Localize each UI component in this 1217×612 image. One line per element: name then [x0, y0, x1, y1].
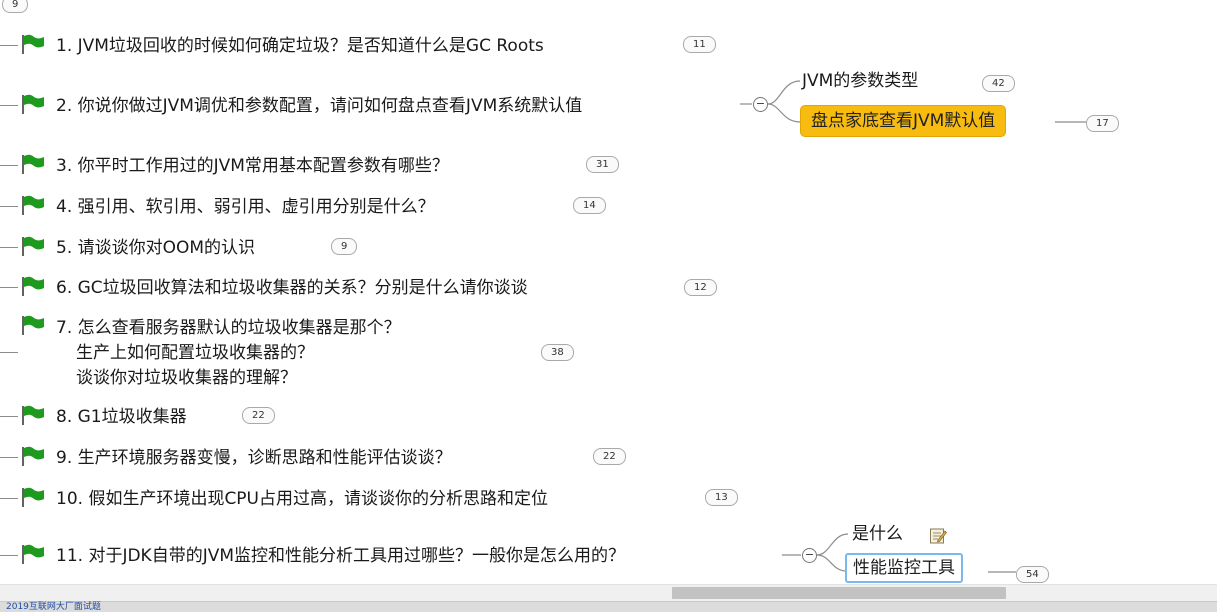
topic-7-count[interactable]: 38 [541, 344, 574, 361]
green-flag-icon [22, 195, 44, 215]
status-bar [0, 601, 1217, 612]
topic-3-text: 3. 你平时工作用过的JVM常用基本配置参数有哪些？ [56, 156, 449, 176]
connector-line [0, 416, 18, 417]
subtopic-jvm-param-types-count[interactable]: 42 [982, 75, 1015, 92]
topic-7-text: 7. 怎么查看服务器默认的垃圾收集器是那个？ 生产上如何配置垃圾收集器的？ 谈谈… [56, 318, 401, 388]
topic-2[interactable]: 2. 你说你做过JVM调优和参数配置，请问如何盘点查看JVM系统默认值 [0, 91, 760, 119]
green-flag-icon [22, 236, 44, 256]
collapse-toggle-topic-11[interactable]: − [802, 548, 817, 563]
note-icon[interactable] [929, 527, 947, 545]
topic-8-text: 8. G1垃圾收集器 [56, 407, 187, 427]
topic-9-text: 9. 生产环境服务器变慢，诊断思路和性能评估谈谈？ [56, 448, 452, 468]
topic-6[interactable]: 6. GC垃圾回收算法和垃圾收集器的关系？分别是什么请你谈谈 [0, 273, 740, 301]
connector-line [0, 206, 18, 207]
connector-line [0, 247, 18, 248]
mindmap-canvas[interactable]: 9 1. JVM垃圾回收的时候如何确定垃圾？是否知道什么是GC Roots 11… [0, 0, 1217, 611]
subtopic-jvm-param-types[interactable]: JVM的参数类型 [802, 70, 918, 92]
collapse-toggle-topic-2[interactable]: − [753, 97, 768, 112]
green-flag-icon [22, 34, 44, 54]
topic-10-text: 10. 假如生产环境出现CPU占用过高，请谈谈你的分析思路和定位 [56, 489, 549, 509]
connector-line [0, 555, 18, 556]
topic-4-count[interactable]: 14 [573, 197, 606, 214]
topic-1-text: 1. JVM垃圾回收的时候如何确定垃圾？是否知道什么是GC Roots [56, 36, 544, 56]
connector-line [0, 45, 18, 46]
topic-10-count[interactable]: 13 [705, 489, 738, 506]
topic-11-text: 11. 对于JDK自带的JVM监控和性能分析工具用过哪些？一般你是怎么用的？ [56, 546, 626, 566]
topic-8-count[interactable]: 22 [242, 407, 275, 424]
topic-6-text: 6. GC垃圾回收算法和垃圾收集器的关系？分别是什么请你谈谈 [56, 278, 528, 298]
topic-9-count[interactable]: 22 [593, 448, 626, 465]
green-flag-icon [22, 487, 44, 507]
connector-line [0, 352, 18, 353]
subtopic-check-jvm-defaults-selected[interactable]: 盘点家底查看JVM默认值 [800, 105, 1007, 137]
connector-line [0, 287, 18, 288]
green-flag-icon [22, 276, 44, 296]
subtopic-what-is[interactable]: 是什么 [852, 523, 903, 545]
topic-9[interactable]: 9. 生产环境服务器变慢，诊断思路和性能评估谈谈？ [0, 443, 680, 471]
topic-10[interactable]: 10. 假如生产环境出现CPU占用过高，请谈谈你的分析思路和定位 [0, 484, 760, 512]
connector-line [0, 457, 18, 458]
topic-6-count[interactable]: 12 [684, 279, 717, 296]
connector-line [0, 498, 18, 499]
connector-line [0, 105, 18, 106]
subtopic-perf-monitor-tools-editing[interactable]: 性能监控工具 [845, 553, 963, 583]
top-count-badge[interactable]: 9 [2, 0, 29, 13]
horizontal-scrollbar[interactable] [0, 584, 1217, 602]
topic-1-count[interactable]: 11 [683, 36, 716, 53]
topic-2-text: 2. 你说你做过JVM调优和参数配置，请问如何盘点查看JVM系统默认值 [56, 96, 583, 116]
connector-line [0, 165, 18, 166]
topic-5-text: 5. 请谈谈你对OOM的认识 [56, 238, 256, 258]
green-flag-icon [22, 446, 44, 466]
topic-5-count[interactable]: 9 [331, 238, 358, 255]
green-flag-icon [22, 315, 44, 335]
subtopic-check-jvm-defaults-count[interactable]: 17 [1086, 115, 1119, 132]
topic-1[interactable]: 1. JVM垃圾回收的时候如何确定垃圾？是否知道什么是GC Roots [0, 31, 800, 59]
green-flag-icon [22, 405, 44, 425]
topic-11[interactable]: 11. 对于JDK自带的JVM监控和性能分析工具用过哪些？一般你是怎么用的？ [0, 541, 790, 569]
subtopic-perf-monitor-tools-count[interactable]: 54 [1016, 566, 1049, 583]
green-flag-icon [22, 94, 44, 114]
topic-7[interactable]: 7. 怎么查看服务器默认的垃圾收集器是那个？ 生产上如何配置垃圾收集器的？ 谈谈… [0, 312, 600, 392]
topic-4-text: 4. 强引用、软引用、弱引用、虚引用分别是什么？ [56, 197, 435, 217]
scrollbar-thumb[interactable] [672, 587, 1006, 599]
topic-3-count[interactable]: 31 [586, 156, 619, 173]
green-flag-icon [22, 544, 44, 564]
green-flag-icon [22, 154, 44, 174]
